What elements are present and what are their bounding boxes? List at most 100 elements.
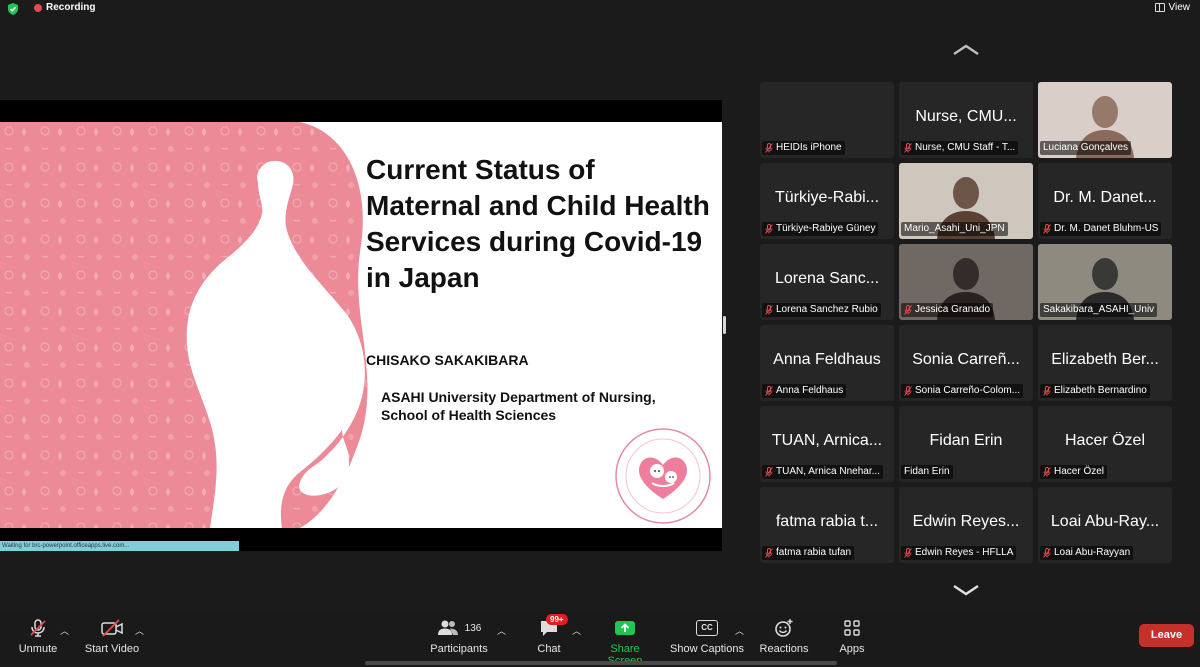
video-off-icon: [101, 619, 123, 637]
participants-icon: [437, 620, 458, 635]
horizontal-scrollbar[interactable]: [365, 661, 837, 665]
participant-name-text: Elizabeth Bernardino: [1054, 385, 1147, 396]
slide-affiliation-line1: ASAHI University Department of Nursing,: [381, 389, 656, 405]
participant-display-name: Anna Feldhaus: [773, 351, 881, 368]
presentation-slide: Current Status of Maternal and Child Hea…: [0, 122, 722, 528]
participant-name-text: Lorena Sanchez Rubio: [776, 304, 878, 315]
participant-name-label: Mario_Asahi_Uni_JPN: [901, 222, 1008, 236]
meeting-toolbar: Unmute ︿ Start Video ︿ 136 Participants …: [0, 612, 1200, 667]
muted-mic-icon: [765, 305, 773, 315]
participants-button[interactable]: 136 Participants: [428, 618, 490, 655]
participant-display-name: Loai Abu-Ray...: [1050, 513, 1160, 530]
chat-label: Chat: [537, 643, 561, 655]
participant-tile[interactable]: Anna Feldhaus Anna Feldhaus: [760, 325, 894, 401]
participant-name-label: Hacer Özel: [1040, 465, 1108, 479]
participant-display-name: Dr. M. Danet...: [1053, 189, 1157, 206]
participant-tile[interactable]: Jessica Granado: [899, 244, 1033, 320]
participant-tile[interactable]: Hacer Özel Hacer Özel: [1038, 406, 1172, 482]
participant-name-label: Nurse, CMU Staff - T...: [901, 141, 1019, 155]
recording-dot-icon: [34, 3, 42, 12]
participant-display-name: Nurse, CMU...: [915, 108, 1017, 125]
chevron-up-icon[interactable]: [951, 43, 981, 57]
participant-name-text: Nurse, CMU Staff - T...: [915, 142, 1016, 153]
participant-name-text: Luciana Gonçalves: [1043, 142, 1129, 153]
participant-name-label: fatma rabia tufan: [762, 546, 855, 560]
unmute-button[interactable]: Unmute: [14, 618, 62, 655]
participant-name-label: Elizabeth Bernardino: [1040, 384, 1150, 398]
top-bar: Recording View: [0, 0, 1200, 18]
participant-tile[interactable]: Lorena Sanc... Lorena Sanchez Rubio: [760, 244, 894, 320]
muted-mic-icon: [1043, 548, 1051, 558]
chevron-down-icon[interactable]: [951, 583, 981, 597]
slide-affiliation-line2: School of Health Sciences: [381, 407, 557, 423]
audio-options-caret-icon[interactable]: ︿: [60, 624, 69, 637]
participant-display-name: fatma rabia t...: [775, 513, 879, 530]
participant-name-text: Loai Abu-Rayyan: [1054, 547, 1131, 558]
show-captions-button[interactable]: CC Show Captions: [670, 618, 744, 655]
chat-button[interactable]: 99+ Chat: [532, 614, 568, 655]
recording-indicator[interactable]: Recording: [34, 2, 95, 13]
participants-label: Participants: [430, 643, 488, 655]
participant-name-text: Mario_Asahi_Uni_JPN: [904, 223, 1005, 234]
muted-mic-icon: [904, 143, 912, 153]
security-shield-icon[interactable]: [6, 2, 20, 16]
slide-affiliation: ASAHI University Department of Nursing, …: [381, 388, 711, 424]
video-options-caret-icon[interactable]: ︿: [135, 624, 144, 637]
start-video-button[interactable]: Start Video: [84, 618, 140, 655]
leave-button[interactable]: Leave: [1139, 624, 1194, 647]
participant-tile[interactable]: TUAN, Arnica... TUAN, Arnica Nnehar...: [760, 406, 894, 482]
participant-name-label: Edwin Reyes - HFLLA: [901, 546, 1017, 560]
share-screen-button[interactable]: Share Screen: [592, 618, 658, 667]
participant-name-label: Jessica Granado: [901, 303, 994, 317]
split-divider-handle[interactable]: [723, 316, 726, 334]
participant-name-label: TUAN, Arnica Nnehar...: [762, 465, 883, 479]
muted-mic-icon: [765, 548, 773, 558]
participant-tile[interactable]: Sonia Carreñ... Sonia Carreño-Colom...: [899, 325, 1033, 401]
captions-caret-icon[interactable]: ︿: [735, 624, 744, 637]
view-button[interactable]: View: [1154, 2, 1191, 13]
participant-name-text: Türkiye-Rabiye Güney: [776, 223, 876, 234]
participant-name-text: HEIDIs iPhone: [776, 142, 842, 153]
muted-mic-icon: [904, 548, 912, 558]
participant-tile[interactable]: Elizabeth Ber... Elizabeth Bernardino: [1038, 325, 1172, 401]
participant-tile[interactable]: Mario_Asahi_Uni_JPN: [899, 163, 1033, 239]
participant-tile[interactable]: Luciana Gonçalves: [1038, 82, 1172, 158]
participant-tile[interactable]: Türkiye-Rabi... Türkiye-Rabiye Güney: [760, 163, 894, 239]
participants-caret-icon[interactable]: ︿: [497, 624, 506, 637]
show-captions-label: Show Captions: [670, 643, 744, 655]
participant-tile[interactable]: Dr. M. Danet... Dr. M. Danet Bluhm-US: [1038, 163, 1172, 239]
participant-tile[interactable]: Nurse, CMU... Nurse, CMU Staff - T...: [899, 82, 1033, 158]
unmute-label: Unmute: [18, 643, 58, 655]
participant-name-text: fatma rabia tufan: [776, 547, 852, 558]
participant-display-name: TUAN, Arnica...: [771, 432, 883, 449]
participant-tile[interactable]: Edwin Reyes... Edwin Reyes - HFLLA: [899, 487, 1033, 563]
participant-tile[interactable]: Loai Abu-Ray... Loai Abu-Rayyan: [1038, 487, 1172, 563]
participant-display-name: Türkiye-Rabi...: [774, 189, 880, 206]
participant-name-label: Dr. M. Danet Bluhm-US: [1040, 222, 1162, 236]
participant-tile[interactable]: HEIDIs iPhone: [760, 82, 894, 158]
participant-display-name: Elizabeth Ber...: [1051, 351, 1159, 368]
participant-name-text: Sakakibara_ASAHI_Univ: [1043, 304, 1155, 315]
muted-mic-icon: [765, 143, 773, 153]
participant-tile[interactable]: Sakakibara_ASAHI_Univ: [1038, 244, 1172, 320]
participant-name-label: Loai Abu-Rayyan: [1040, 546, 1134, 560]
participant-name-label: Luciana Gonçalves: [1040, 141, 1132, 155]
participant-name-text: Hacer Özel: [1054, 466, 1105, 477]
participant-tile[interactable]: fatma rabia t... fatma rabia tufan: [760, 487, 894, 563]
view-label: View: [1168, 2, 1191, 13]
apps-button[interactable]: Apps: [832, 618, 872, 655]
participant-display-name: Fidan Erin: [929, 432, 1003, 449]
muted-mic-icon: [904, 305, 912, 315]
view-layout-icon: [1154, 3, 1165, 12]
participant-display-name: Lorena Sanc...: [774, 270, 880, 287]
chat-caret-icon[interactable]: ︿: [572, 624, 581, 637]
muted-mic-icon: [904, 386, 912, 396]
shared-screen: Current Status of Maternal and Child Hea…: [0, 100, 722, 551]
participant-name-text: Sonia Carreño-Colom...: [915, 385, 1021, 396]
reactions-button[interactable]: Reactions: [758, 618, 810, 655]
participant-tile[interactable]: Fidan Erin Fidan Erin: [899, 406, 1033, 482]
microphone-muted-icon: [30, 619, 46, 637]
muted-mic-icon: [765, 467, 773, 477]
participant-name-text: Edwin Reyes - HFLLA: [915, 547, 1014, 558]
participant-name-label: Fidan Erin: [901, 465, 953, 479]
